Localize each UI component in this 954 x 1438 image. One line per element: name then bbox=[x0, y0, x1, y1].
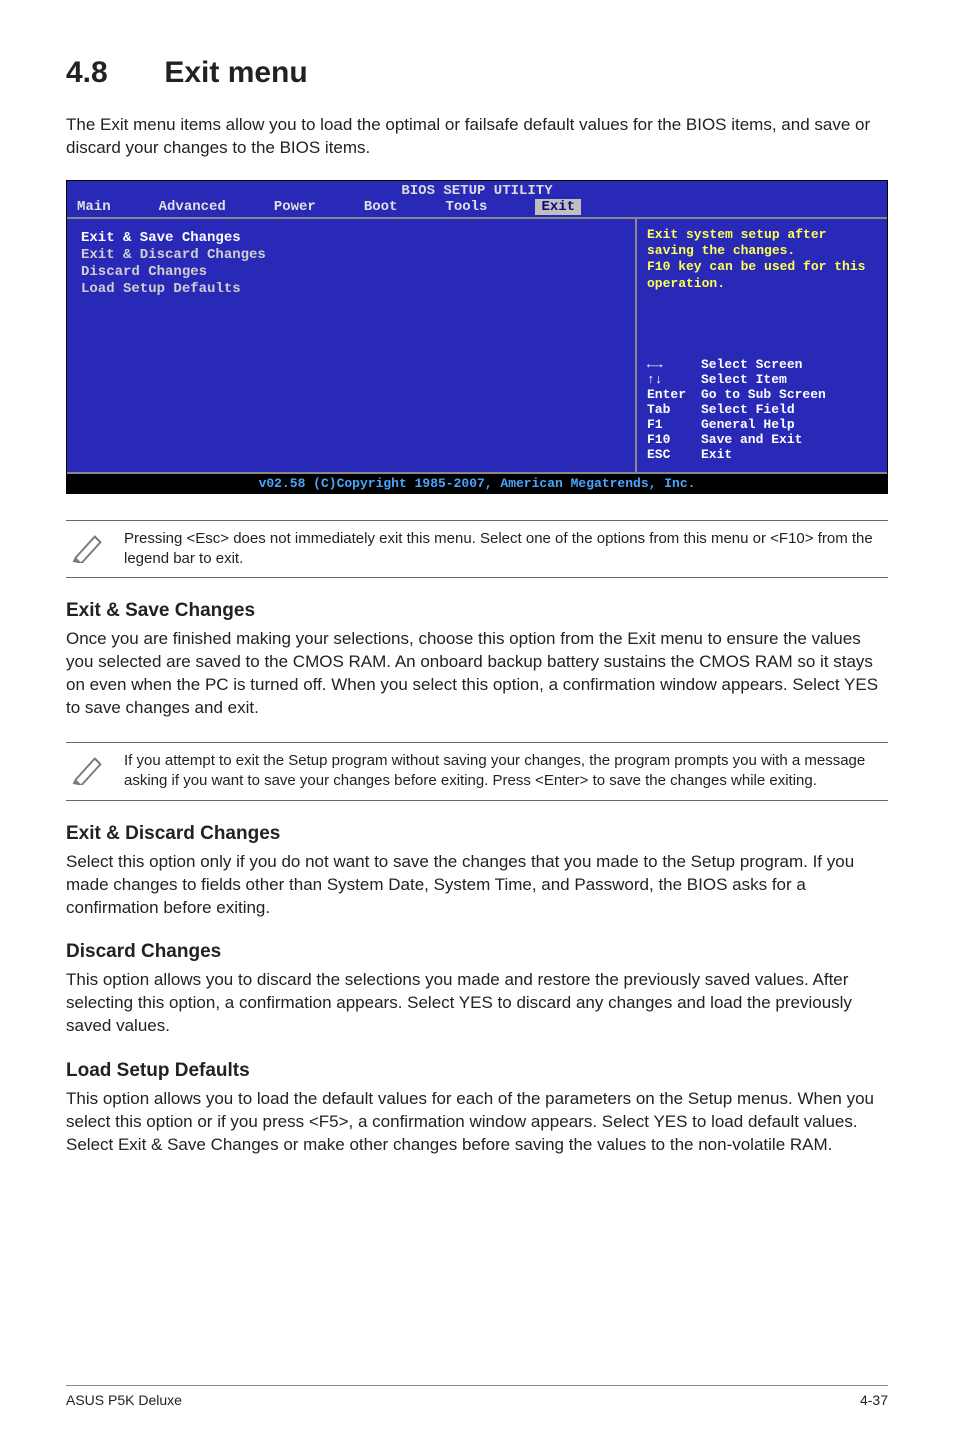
note-exit-warning: If you attempt to exit the Setup program… bbox=[66, 742, 888, 801]
key: F10 bbox=[647, 432, 701, 447]
heading-exit-save: Exit & Save Changes bbox=[66, 600, 888, 622]
para-discard: This option allows you to discard the se… bbox=[66, 969, 888, 1038]
bios-tabs: Main Advanced Power Boot Tools Exit bbox=[67, 199, 887, 217]
footer-product: ASUS P5K Deluxe bbox=[66, 1392, 182, 1408]
note-text: If you attempt to exit the Setup program… bbox=[124, 751, 882, 792]
bios-work-area: Exit & Save Changes Exit & Discard Chang… bbox=[67, 217, 887, 472]
key-desc: Select Item bbox=[701, 372, 787, 387]
note-text: Pressing <Esc> does not immediately exit… bbox=[124, 529, 882, 570]
bios-tab-boot[interactable]: Boot bbox=[364, 199, 416, 215]
bios-item-defaults[interactable]: Load Setup Defaults bbox=[81, 281, 621, 297]
bios-key-legend: ←→Select Screen ↑↓Select Item EnterGo to… bbox=[647, 357, 877, 462]
bios-copyright: v02.58 (C)Copyright 1985-2007, American … bbox=[67, 472, 887, 493]
pencil-icon bbox=[72, 751, 124, 790]
footer-page-number: 4-37 bbox=[860, 1392, 888, 1408]
key: Enter bbox=[647, 387, 701, 402]
key-desc: Exit bbox=[701, 447, 732, 462]
key-desc: General Help bbox=[701, 417, 795, 432]
page-title: 4.8 Exit menu bbox=[66, 56, 888, 90]
section-number: 4.8 bbox=[66, 56, 156, 90]
section-title: Exit menu bbox=[164, 56, 307, 89]
key-desc: Go to Sub Screen bbox=[701, 387, 826, 402]
key: ↑↓ bbox=[647, 372, 701, 387]
intro-paragraph: The Exit menu items allow you to load th… bbox=[66, 114, 888, 160]
para-exit-save: Once you are finished making your select… bbox=[66, 628, 888, 720]
bios-help-text: Exit system setup after saving the chang… bbox=[647, 227, 877, 323]
bios-help-line: F10 key can be used for this operation. bbox=[647, 259, 877, 292]
bios-title: BIOS SETUP UTILITY bbox=[67, 181, 887, 199]
key-desc: Save and Exit bbox=[701, 432, 802, 447]
heading-discard: Discard Changes bbox=[66, 941, 888, 963]
bios-screenshot: BIOS SETUP UTILITY Main Advanced Power B… bbox=[66, 180, 888, 494]
bios-help-panel: Exit system setup after saving the chang… bbox=[637, 219, 887, 472]
heading-defaults: Load Setup Defaults bbox=[66, 1060, 888, 1082]
note-esc: Pressing <Esc> does not immediately exit… bbox=[66, 520, 888, 579]
key-desc: Select Field bbox=[701, 402, 795, 417]
bios-help-line: Exit system setup after saving the chang… bbox=[647, 227, 877, 260]
heading-exit-discard: Exit & Discard Changes bbox=[66, 823, 888, 845]
key: ESC bbox=[647, 447, 701, 462]
para-defaults: This option allows you to load the defau… bbox=[66, 1088, 888, 1157]
para-exit-discard: Select this option only if you do not wa… bbox=[66, 851, 888, 920]
key-desc: Select Screen bbox=[701, 357, 802, 372]
bios-item-exit-save[interactable]: Exit & Save Changes bbox=[81, 230, 621, 246]
bios-menu-panel: Exit & Save Changes Exit & Discard Chang… bbox=[67, 219, 637, 472]
bios-tab-tools[interactable]: Tools bbox=[445, 199, 505, 215]
bios-tab-exit[interactable]: Exit bbox=[535, 199, 581, 215]
pencil-icon bbox=[72, 529, 124, 568]
key: Tab bbox=[647, 402, 701, 417]
key: F1 bbox=[647, 417, 701, 432]
bios-item-discard[interactable]: Discard Changes bbox=[81, 264, 621, 280]
page-footer: ASUS P5K Deluxe 4-37 bbox=[66, 1385, 888, 1408]
bios-tab-advanced[interactable]: Advanced bbox=[159, 199, 244, 215]
key: ←→ bbox=[647, 357, 701, 372]
bios-tab-main[interactable]: Main bbox=[77, 199, 129, 215]
bios-item-exit-discard[interactable]: Exit & Discard Changes bbox=[81, 247, 621, 263]
bios-tab-power[interactable]: Power bbox=[274, 199, 334, 215]
